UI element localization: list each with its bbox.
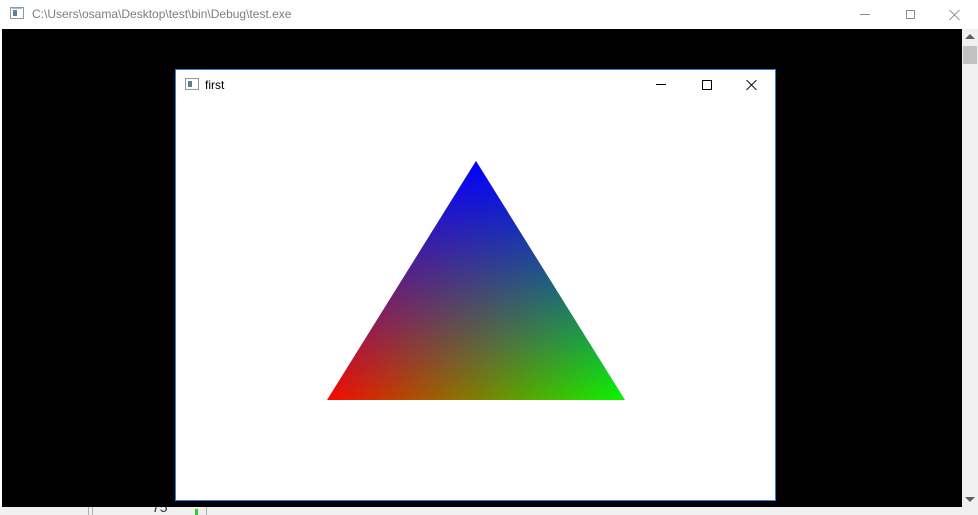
console-titlebar[interactable]: C:\Users\osama\Desktop\test\bin\Debug\te…	[0, 0, 978, 29]
console-minimize-button[interactable]	[842, 0, 888, 29]
app-window-icon	[185, 78, 199, 90]
gl-render-canvas[interactable]	[176, 100, 775, 500]
console-window-title: C:\Users\osama\Desktop\test\bin\Debug\te…	[32, 7, 292, 21]
gl-window: first	[175, 69, 776, 501]
fragment-green-marker	[195, 509, 198, 515]
close-icon	[746, 79, 758, 91]
console-vertical-scrollbar[interactable]	[962, 29, 978, 507]
scroll-down-arrow-icon[interactable]	[965, 497, 975, 502]
fragment-text: 75	[152, 507, 168, 515]
maximize-icon	[905, 10, 915, 19]
console-app-icon	[10, 7, 24, 19]
background-window-fragment: 75	[0, 507, 978, 515]
gl-maximize-button[interactable]	[684, 70, 730, 99]
maximize-icon	[702, 79, 712, 90]
fragment-divider	[92, 507, 93, 515]
scroll-up-arrow-icon[interactable]	[965, 34, 975, 39]
console-maximize-button[interactable]	[887, 0, 933, 29]
minimize-icon	[860, 14, 870, 15]
gl-window-title: first	[205, 78, 225, 92]
gl-close-button[interactable]	[729, 70, 775, 99]
fragment-divider	[88, 507, 89, 515]
gradient-triangle	[327, 161, 625, 400]
gl-minimize-button[interactable]	[638, 70, 684, 99]
fragment-divider	[206, 507, 207, 515]
gl-window-titlebar[interactable]: first	[176, 70, 775, 100]
close-icon	[949, 9, 961, 21]
scrollbar-thumb[interactable]	[963, 46, 977, 64]
console-close-button[interactable]	[932, 0, 978, 29]
minimize-icon	[656, 84, 666, 85]
